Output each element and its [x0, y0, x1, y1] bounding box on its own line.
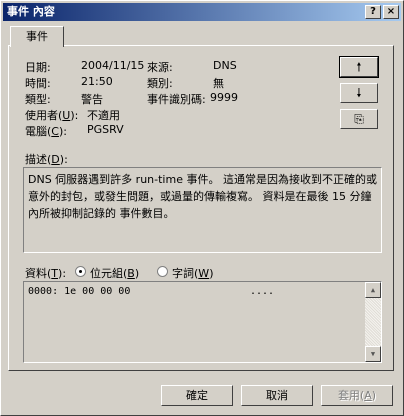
apply-button[interactable]: 套用(A) [321, 385, 393, 406]
copy-icon: ⎘ [354, 112, 364, 126]
data-ascii-line: .... [250, 286, 275, 297]
close-button[interactable]: × [383, 5, 399, 19]
scroll-down-icon[interactable]: ▼ [365, 346, 381, 362]
words-radio[interactable] [157, 266, 168, 277]
type-label: 類型: [25, 93, 51, 106]
event-properties-dialog: 事件 內容 ? × 事件 日期: 2004/11/15 來源: DNS 時間: … [0, 0, 404, 416]
time-label: 時間: [25, 77, 51, 90]
type-value: 警告 [81, 93, 103, 106]
arrow-down-icon: 🠗 [356, 86, 362, 100]
date-label: 日期: [25, 61, 51, 74]
data-label: 資料(T): [25, 267, 67, 280]
user-value: 不適用 [87, 109, 120, 122]
source-value: DNS [213, 59, 237, 72]
description-label: 描述(D): [25, 153, 68, 166]
arrow-up-icon: 🠕 [356, 60, 362, 74]
data-hex-line: 0000: 1e 00 00 00 [28, 286, 131, 297]
user-label: 使用者(U): [25, 109, 79, 122]
computer-label: 電腦(C): [25, 125, 67, 138]
help-button[interactable]: ? [365, 5, 381, 19]
source-label: 來源: [147, 61, 173, 74]
previous-event-button[interactable]: 🠕 [339, 56, 379, 78]
category-value: 無 [213, 77, 224, 90]
scroll-up-icon[interactable]: ▲ [365, 282, 381, 298]
title-bar: 事件 內容 ? × [3, 3, 401, 21]
data-scrollbar[interactable]: ▲ ▼ [365, 282, 381, 362]
description-textbox[interactable]: DNS 伺服器遇到許多 run-time 事件。 這通常是因為接收到不正確的或意… [23, 167, 382, 253]
window-title: 事件 內容 [7, 5, 55, 18]
event-id-label: 事件識別碼: [147, 93, 206, 106]
computer-value: PGSRV [87, 123, 124, 136]
tab-event[interactable]: 事件 [10, 26, 64, 47]
bytes-radio[interactable] [75, 266, 86, 277]
cancel-button[interactable]: 取消 [241, 385, 313, 406]
time-value: 21:50 [81, 75, 113, 88]
date-value: 2004/11/15 [81, 59, 145, 72]
copy-button[interactable]: ⎘ [340, 109, 378, 129]
data-textbox[interactable]: 0000: 1e 00 00 00 .... ▲ ▼ [23, 281, 382, 363]
category-label: 類別: [147, 77, 173, 90]
words-radio-label[interactable]: 字詞(W) [172, 265, 213, 281]
bytes-radio-label[interactable]: 位元組(B) [90, 265, 139, 281]
event-id-value: 9999 [210, 91, 238, 104]
ok-button[interactable]: 確定 [161, 385, 233, 406]
next-event-button[interactable]: 🠗 [340, 83, 378, 103]
